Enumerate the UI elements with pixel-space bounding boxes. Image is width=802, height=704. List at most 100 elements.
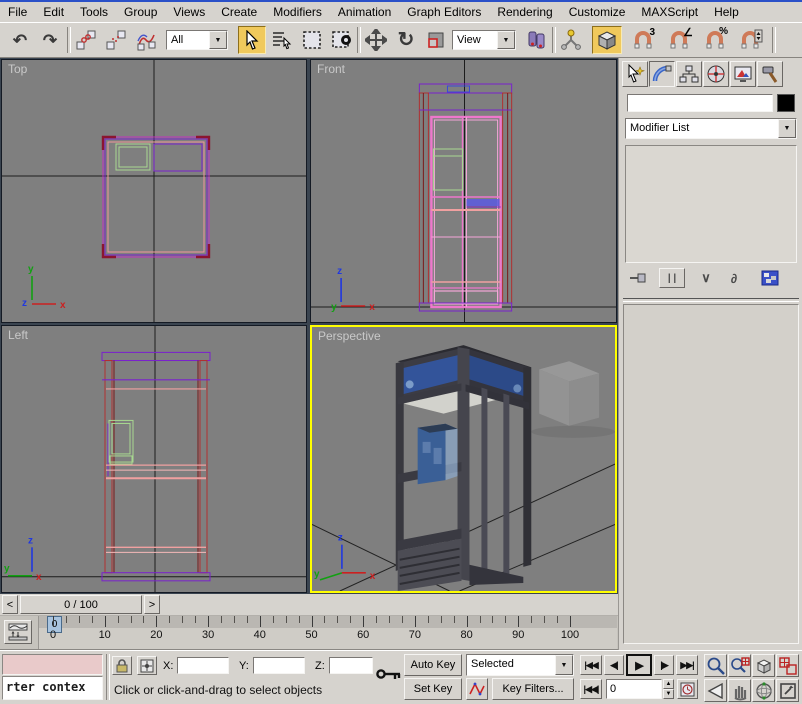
menu-tools[interactable]: Tools <box>72 2 116 22</box>
time-slider-back-button[interactable]: < <box>2 595 18 614</box>
menu-group[interactable]: Group <box>116 2 165 22</box>
bind-to-space-warp-button[interactable] <box>132 26 160 54</box>
modifier-stack[interactable] <box>625 145 797 263</box>
viewport-perspective-label[interactable]: Perspective <box>318 329 381 343</box>
select-and-move-button[interactable] <box>362 26 390 54</box>
timeline-ruler[interactable]: 0 0102030405060708090100 <box>38 616 617 649</box>
object-color-swatch[interactable] <box>777 94 795 112</box>
select-and-manipulate-button[interactable] <box>557 26 585 54</box>
menu-animation[interactable]: Animation <box>330 2 399 22</box>
time-slider-forward-button[interactable]: > <box>144 595 160 614</box>
menu-file[interactable]: File <box>0 2 35 22</box>
maxscript-mini-listener-output[interactable]: rter contex <box>2 676 103 700</box>
reference-coordinate-dropdown[interactable]: View ▼ <box>452 30 516 50</box>
spinner-snap-button[interactable] <box>736 26 766 54</box>
key-mode-toggle[interactable]: |◀◀| <box>580 679 602 699</box>
menu-views[interactable]: Views <box>165 2 213 22</box>
menu-modifiers[interactable]: Modifiers <box>265 2 330 22</box>
arc-rotate-button[interactable] <box>752 679 775 702</box>
modifier-list-dropdown[interactable]: Modifier List ▼ <box>625 118 797 139</box>
chevron-down-icon[interactable]: ▼ <box>497 31 515 49</box>
percent-snap-button[interactable]: % <box>700 26 730 54</box>
menu-rendering[interactable]: Rendering <box>489 2 560 22</box>
frame-indicator[interactable]: 0 / 100 <box>20 595 142 614</box>
angle-snap-button[interactable]: ∠ <box>664 26 694 54</box>
viewport-front[interactable]: z x y Front <box>310 59 617 323</box>
snap-3d-button[interactable]: 3 <box>628 26 658 54</box>
x-coordinate-field[interactable] <box>177 657 229 674</box>
go-to-end-button[interactable]: ▶▶| <box>676 655 698 675</box>
undo-button[interactable]: ↶ <box>6 26 34 54</box>
pan-button[interactable] <box>728 679 751 702</box>
viewport-top-label[interactable]: Top <box>8 62 27 76</box>
rollout-area[interactable] <box>623 304 799 644</box>
select-by-name-button[interactable] <box>268 26 296 54</box>
next-frame-button[interactable]: |▶ <box>654 655 674 675</box>
tab-utilities[interactable] <box>757 61 783 87</box>
menu-create[interactable]: Create <box>213 2 265 22</box>
pin-stack-button[interactable] <box>625 268 651 288</box>
absolute-offset-toggle[interactable] <box>137 656 157 675</box>
snap-toggle-button[interactable] <box>592 26 622 54</box>
select-and-scale-button[interactable] <box>422 26 450 54</box>
use-center-button[interactable] <box>522 26 550 54</box>
key-mode-dropdown[interactable]: Selected ▼ <box>466 654 574 676</box>
menu-maxscript[interactable]: MAXScript <box>633 2 706 22</box>
y-coordinate-field[interactable] <box>253 657 305 674</box>
mini-curve-editor-button[interactable] <box>4 620 32 644</box>
previous-frame-button[interactable]: ◀| <box>604 655 624 675</box>
maximize-viewport-toggle[interactable] <box>776 679 799 702</box>
viewport-left-label[interactable]: Left <box>8 328 28 342</box>
configure-modifier-sets-button[interactable] <box>757 268 783 288</box>
viewport-perspective[interactable]: z y x Perspective <box>310 325 617 593</box>
chevron-down-icon[interactable]: ▼ <box>209 31 227 49</box>
tab-motion[interactable] <box>703 61 729 87</box>
ruler-tick <box>350 616 351 623</box>
selection-filter-dropdown[interactable]: All ▼ <box>166 30 228 50</box>
viewport-left[interactable]: z y x Left <box>1 325 307 593</box>
remove-modifier-button[interactable]: ∂ <box>721 268 747 288</box>
current-frame-field[interactable] <box>606 679 662 699</box>
frame-spinner-up[interactable]: ▲ <box>663 679 674 689</box>
maxscript-mini-listener-input[interactable] <box>2 654 103 675</box>
object-name-field[interactable] <box>627 94 773 112</box>
chevron-down-icon[interactable]: ▼ <box>555 655 573 675</box>
auto-key-button[interactable]: Auto Key <box>404 654 462 676</box>
time-configuration-button[interactable] <box>677 679 698 699</box>
set-keys-button[interactable] <box>376 665 402 686</box>
svg-text:y: y <box>28 264 34 275</box>
menu-edit[interactable]: Edit <box>35 2 72 22</box>
select-object-button[interactable] <box>238 26 266 54</box>
tab-modify[interactable] <box>649 61 675 87</box>
default-in-out-tangents-button[interactable] <box>466 678 488 700</box>
go-to-start-button[interactable]: |◀◀ <box>580 655 602 675</box>
set-key-button[interactable]: Set Key <box>404 678 462 700</box>
field-of-view-button[interactable] <box>704 679 727 702</box>
tab-hierarchy[interactable] <box>676 61 702 87</box>
tab-display[interactable] <box>730 61 756 87</box>
key-filters-button[interactable]: Key Filters... <box>492 678 574 700</box>
menu-graph-editors[interactable]: Graph Editors <box>399 2 489 22</box>
redo-button[interactable]: ↷ <box>36 26 64 54</box>
zoom-all-button[interactable] <box>728 654 751 677</box>
chevron-down-icon[interactable]: ▼ <box>778 119 796 138</box>
selection-lock-toggle[interactable] <box>112 656 132 675</box>
select-and-link-button[interactable] <box>72 26 100 54</box>
viewport-front-label[interactable]: Front <box>317 62 345 76</box>
z-coordinate-field[interactable] <box>329 657 373 674</box>
viewport-top[interactable]: y x z Top <box>1 59 307 323</box>
make-unique-button[interactable]: ∨ <box>693 268 719 288</box>
rectangular-selection-region-button[interactable] <box>298 26 326 54</box>
zoom-extents-all-button[interactable] <box>776 654 799 677</box>
unlink-selection-button[interactable] <box>102 26 130 54</box>
tab-create[interactable] <box>622 61 648 87</box>
zoom-button[interactable] <box>704 654 727 677</box>
show-end-result-button[interactable]: | | <box>659 268 685 288</box>
frame-spinner-down[interactable]: ▼ <box>663 689 674 699</box>
window-crossing-toggle-button[interactable] <box>328 26 356 54</box>
menu-customize[interactable]: Customize <box>561 2 634 22</box>
zoom-extents-button[interactable] <box>752 654 775 677</box>
play-button[interactable]: ▶ <box>626 654 652 676</box>
menu-help[interactable]: Help <box>706 2 747 22</box>
select-and-rotate-button[interactable]: ↻ <box>392 26 420 54</box>
